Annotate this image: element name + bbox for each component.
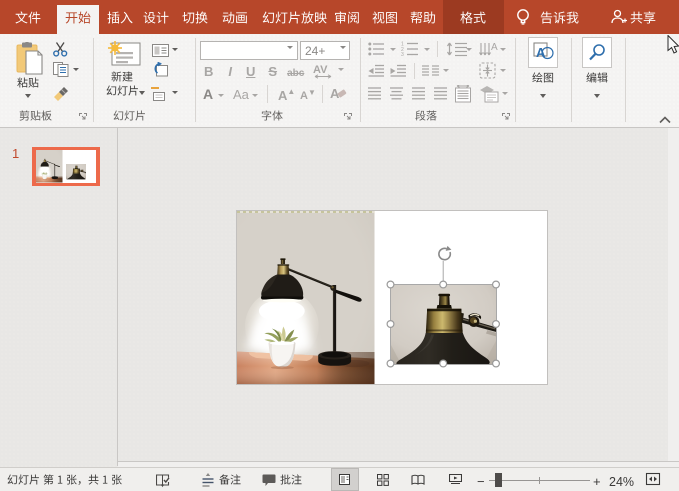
svg-text:3: 3 <box>401 52 404 56</box>
svg-text:AV: AV <box>313 64 328 76</box>
svg-text:A: A <box>491 42 498 53</box>
